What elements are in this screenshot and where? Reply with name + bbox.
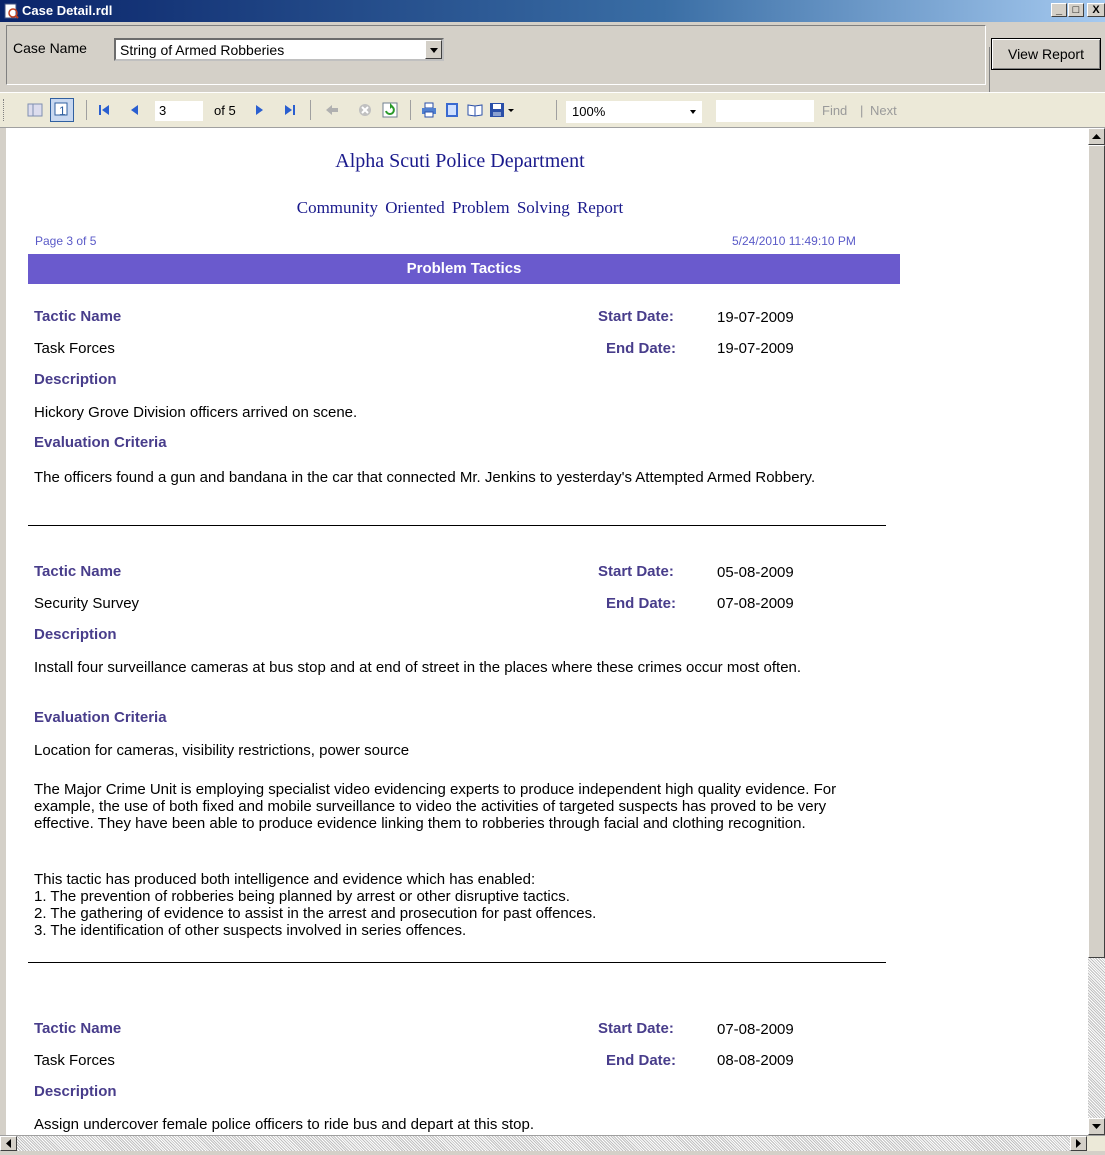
start-date-label: Start Date: [598, 563, 674, 580]
report-canvas: Alpha Scuti Police Department Community … [6, 128, 1088, 1135]
chevron-right-icon [1076, 1139, 1081, 1148]
scroll-left-button[interactable] [0, 1136, 17, 1151]
case-name-select[interactable]: String of Armed Robberies [114, 38, 444, 61]
view-report-button[interactable]: View Report [991, 38, 1101, 70]
scroll-track[interactable] [17, 1136, 1070, 1151]
start-date-value: 07-08-2009 [717, 1021, 794, 1038]
evaluation-text: Location for cameras, visibility restric… [34, 742, 410, 759]
start-date-label: Start Date: [598, 1020, 674, 1037]
end-date-label: End Date: [606, 595, 677, 612]
export-icon[interactable] [489, 102, 505, 118]
tactic-name-label: Tactic Name [34, 563, 122, 580]
chevron-up-icon [1092, 134, 1101, 139]
page-setup-icon[interactable] [467, 102, 483, 118]
end-date-label: End Date: [606, 1052, 677, 1069]
divider [28, 962, 886, 963]
chevron-down-icon[interactable] [425, 40, 442, 59]
page-count: of 5 [214, 103, 236, 118]
evaluation-label: Evaluation Criteria [34, 434, 167, 451]
description-text: Assign undercover female police officers… [34, 1116, 535, 1133]
title-bar: Case Detail.rdl _ □ X [0, 0, 1105, 22]
scroll-up-button[interactable] [1088, 128, 1105, 145]
first-page-icon[interactable] [96, 102, 112, 118]
minimize-button[interactable]: _ [1051, 3, 1067, 17]
scroll-thumb[interactable] [1088, 145, 1105, 958]
tactic-name-value: Task Forces [34, 1052, 115, 1069]
chevron-left-icon [6, 1139, 11, 1148]
report-toolbar: 1 3 of 5 100% Find | Next [0, 92, 1105, 128]
last-page-icon[interactable] [282, 102, 298, 118]
description-text: Hickory Grove Division officers arrived … [34, 404, 358, 421]
chevron-down-icon [1092, 1124, 1101, 1129]
section-header: Problem Tactics [28, 254, 900, 284]
parameter-panel: Case Name String of Armed Robberies [6, 25, 986, 85]
department-name: Alpha Scuti Police Department [335, 150, 585, 172]
description-label: Description [34, 1083, 117, 1100]
description-label: Description [34, 371, 117, 388]
close-button[interactable]: X [1087, 3, 1105, 17]
toolbar-separator [310, 100, 311, 120]
toolbar-separator [556, 100, 557, 120]
back-icon[interactable] [324, 102, 340, 118]
end-date-value: 08-08-2009 [717, 1052, 794, 1069]
tactic-name-label: Tactic Name [34, 1020, 122, 1037]
vertical-scrollbar[interactable] [1088, 128, 1105, 1135]
start-date-value: 05-08-2009 [717, 564, 794, 581]
chevron-down-icon[interactable] [690, 110, 696, 114]
print-layout-icon[interactable] [444, 102, 460, 118]
tactic-name-value: Security Survey [34, 595, 140, 612]
report-timestamp: 5/24/2010 11:49:10 PM [732, 234, 856, 248]
current-page-input[interactable]: 3 [155, 101, 203, 121]
tactic-name-value: Task Forces [34, 340, 115, 357]
zoom-select[interactable]: 100% [566, 101, 702, 123]
description-text: Install four surveillance cameras at bus… [34, 659, 802, 676]
toolbar-separator [86, 100, 87, 120]
next-page-icon[interactable] [251, 102, 267, 118]
tactic-name-label: Tactic Name [34, 308, 122, 325]
document-map-icon[interactable] [27, 102, 43, 118]
toolbar-grip [3, 99, 7, 121]
toolbar-separator [410, 100, 411, 120]
find-link[interactable]: Find [822, 103, 847, 118]
find-separator: | [860, 103, 864, 118]
scroll-track[interactable] [1088, 958, 1105, 1118]
stop-icon[interactable] [357, 102, 373, 118]
end-date-label: End Date: [606, 340, 677, 357]
scroll-down-button[interactable] [1088, 1118, 1105, 1135]
start-date-value: 19-07-2009 [717, 309, 794, 326]
end-date-value: 07-08-2009 [717, 595, 794, 612]
svg-text:1: 1 [59, 104, 66, 118]
page-info: Page 3 of 5 [35, 234, 97, 248]
scroll-right-button[interactable] [1070, 1136, 1087, 1151]
zoom-value: 100% [572, 104, 606, 119]
find-input[interactable] [716, 100, 814, 122]
description-label: Description [34, 626, 117, 643]
report-app-icon [4, 3, 19, 19]
evaluation-detail-text: The Major Crime Unit is employing specia… [34, 781, 837, 832]
horizontal-scrollbar[interactable] [0, 1135, 1105, 1151]
divider [28, 525, 886, 526]
print-icon[interactable] [421, 102, 437, 118]
evaluation-label: Evaluation Criteria [34, 709, 167, 726]
refresh-icon[interactable] [382, 102, 398, 118]
start-date-label: Start Date: [598, 308, 674, 325]
parameters-icon[interactable]: 1 [50, 98, 74, 122]
evaluation-text: The officers found a gun and bandana in … [34, 469, 816, 486]
case-name-label: Case Name [13, 40, 87, 56]
evaluation-list-text: This tactic has produced both intelligen… [34, 871, 597, 939]
chevron-down-icon[interactable] [507, 102, 515, 118]
parameter-area: Case Name String of Armed Robberies View… [0, 22, 1105, 110]
next-link[interactable]: Next [870, 103, 897, 118]
window-title: Case Detail.rdl [22, 3, 113, 18]
case-name-value: String of Armed Robberies [120, 42, 285, 58]
end-date-value: 19-07-2009 [717, 340, 794, 357]
maximize-button[interactable]: □ [1068, 3, 1084, 17]
report-subtitle: Community Oriented Problem Solving Repor… [296, 198, 624, 217]
previous-page-icon[interactable] [127, 102, 143, 118]
